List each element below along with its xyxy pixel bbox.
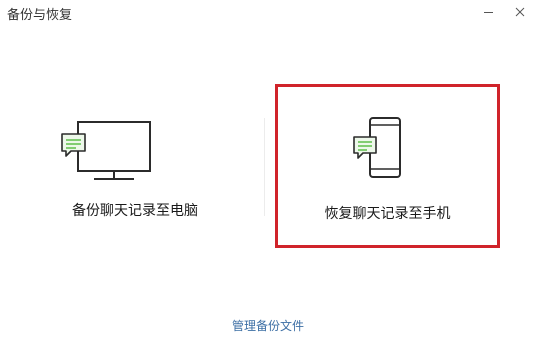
restore-to-phone-label: 恢复聊天记录至手机 [324, 206, 451, 222]
manage-backup-files-link[interactable]: 管理备份文件 [0, 318, 536, 334]
minimize-button[interactable] [471, 0, 505, 24]
window-title: 备份与恢复 [7, 8, 73, 23]
close-button[interactable] [502, 0, 536, 24]
backup-restore-window: 备份与恢复 备份聊天记录至电脑 恢复聊天记录至手机 管理备份文件 [0, 0, 536, 361]
backup-to-pc-label: 备份聊天记录至电脑 [72, 203, 198, 219]
phone-chat-icon [353, 117, 401, 178]
divider [264, 118, 265, 216]
monitor-chat-icon [61, 121, 151, 180]
close-icon [515, 7, 525, 17]
restore-to-phone-option[interactable]: 恢复聊天记录至手机 [275, 84, 500, 248]
backup-to-pc-option[interactable]: 备份聊天记录至电脑 [20, 95, 250, 235]
minimize-icon [484, 12, 493, 13]
